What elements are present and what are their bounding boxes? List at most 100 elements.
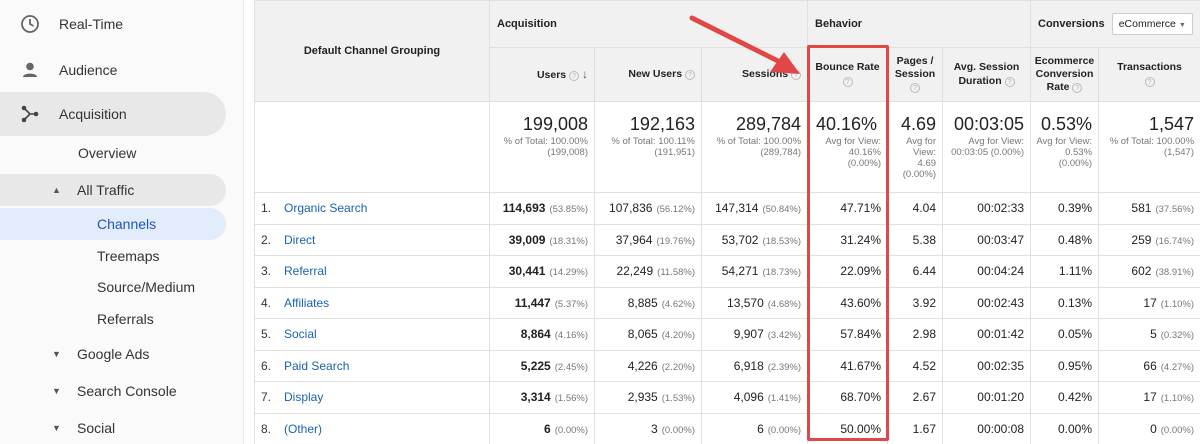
help-icon[interactable]: ? — [842, 76, 853, 87]
total-sessions-sub: % of Total: 100.00% (289,784) — [716, 136, 802, 158]
users-cell: 114,693 (53.85%) — [489, 192, 595, 225]
sessions-value: 147,314 — [715, 201, 759, 216]
sidebar-item-social[interactable]: ▼ Social — [0, 412, 226, 444]
help-icon[interactable]: ? — [1144, 76, 1155, 87]
row-index: 1. — [261, 201, 272, 216]
total-transactions-sub: % of Total: 100.00% (1,547) — [1109, 136, 1195, 158]
sidebar-item-treemaps[interactable]: Treemaps — [0, 240, 226, 272]
dropdown-caret-icon: ▼ — [1178, 22, 1186, 29]
transactions-value: 0 — [1150, 421, 1157, 436]
new-users-pct: (0.00%) — [661, 424, 695, 436]
total-users: 199,008% of Total: 100.00% (199,008) — [489, 101, 595, 193]
sidebar-item-google-ads[interactable]: ▼ Google Ads — [0, 338, 226, 370]
channel-link[interactable]: Direct — [284, 233, 315, 247]
new-users-pct: (19.76%) — [656, 235, 695, 247]
help-icon[interactable]: ? — [910, 83, 921, 94]
transactions-cell: 0 (0.00%) — [1098, 412, 1200, 444]
group-header-behavior: Behavior — [807, 0, 1032, 48]
users-cell: 30,441 (14.29%) — [489, 255, 595, 288]
caret-down-icon: ▼ — [52, 423, 61, 433]
sessions-pct: (18.73%) — [762, 267, 802, 279]
sidebar-item-channels[interactable]: Channels — [0, 208, 226, 240]
row-index: 6. — [261, 358, 272, 373]
channel-link[interactable]: Paid Search — [284, 359, 349, 373]
new-users-cell: 3 (0.00%) — [594, 412, 702, 444]
conversions-label: Conversions — [1038, 18, 1105, 30]
conversion-select[interactable]: eCommerce ▼ — [1111, 13, 1193, 35]
new-users-cell: 107,836 (56.12%) — [594, 192, 702, 225]
channel-link[interactable]: Organic Search — [284, 201, 367, 215]
sidebar-item-audience[interactable]: Audience — [0, 48, 226, 92]
sessions-value: 13,570 — [727, 295, 764, 310]
transactions-value: 66 — [1143, 358, 1157, 373]
sessions-value: 53,702 — [721, 232, 759, 247]
new-users-value: 8,065 — [627, 327, 658, 342]
bounce-rate-cell: 47.71% — [807, 192, 889, 225]
col-header-users[interactable]: Users ? ↓ — [489, 47, 595, 102]
new-users-cell: 22,249 (11.58%) — [594, 255, 702, 288]
new-users-pct: (56.12%) — [656, 204, 695, 216]
help-icon[interactable]: ? — [791, 69, 802, 80]
new-users-cell: 2,935 (1.53%) — [594, 381, 702, 414]
transactions-pct: (1.10%) — [1160, 393, 1195, 405]
col-header-ecom-rate[interactable]: Ecommerce Conversion Rate ? — [1030, 47, 1100, 102]
ecom-rate-cell: 0.48% — [1030, 223, 1100, 256]
col-header-pages-session[interactable]: Pages / Session? — [887, 47, 944, 102]
ecom-rate-cell: 0.13% — [1030, 286, 1100, 319]
group-header-acquisition: Acquisition — [488, 0, 809, 48]
new-users-pct: (1.53%) — [661, 393, 695, 405]
sessions-cell: 54,271 (18.73%) — [700, 255, 809, 288]
sidebar-item-all-traffic[interactable]: ▲ All Traffic — [0, 174, 226, 206]
help-icon[interactable]: ? — [1072, 83, 1083, 94]
users-pct: (1.56%) — [554, 393, 588, 405]
transactions-pct: (4.27%) — [1160, 361, 1195, 373]
channel-cell: 2. Direct — [254, 223, 490, 256]
new-users-cell: 37,964 (19.76%) — [594, 223, 702, 256]
channel-link[interactable]: Referral — [284, 264, 327, 278]
users-pct: (4.16%) — [554, 330, 588, 342]
users-value: 11,447 — [514, 295, 551, 310]
help-icon[interactable]: ? — [1004, 76, 1015, 87]
sidebar-item-overview[interactable]: Overview — [0, 137, 226, 169]
users-cell: 3,314 (1.56%) — [489, 381, 595, 414]
row-index: 3. — [261, 264, 272, 279]
col-header-new-users[interactable]: New Users ? — [594, 47, 702, 102]
transactions-pct: (0.00%) — [1160, 424, 1195, 436]
caret-down-icon: ▼ — [52, 349, 61, 359]
sessions-pct: (1.41%) — [767, 393, 802, 405]
sidebar-item-acquisition[interactable]: Acquisition — [0, 92, 226, 136]
col-header-avg-duration[interactable]: Avg. Session Duration ? — [942, 47, 1032, 102]
help-icon[interactable]: ? — [685, 69, 695, 80]
col-header-sessions[interactable]: Sessions ? — [700, 47, 809, 102]
transactions-cell: 17 (1.10%) — [1098, 286, 1200, 319]
users-cell: 6 (0.00%) — [489, 412, 595, 444]
channel-link[interactable]: (Other) — [284, 422, 322, 436]
col-header-bounce-rate[interactable]: Bounce Rate? — [807, 47, 889, 102]
total-sessions-value: 289,784 — [735, 114, 802, 134]
avg-duration-cell: 00:04:24 — [942, 255, 1032, 288]
channel-cell: 3. Referral — [254, 255, 490, 288]
avg-duration-cell: 00:02:35 — [942, 349, 1032, 382]
new-users-value: 4,226 — [627, 358, 658, 373]
channel-cell: 5. Social — [254, 318, 490, 351]
table-row: 8. (Other) 6 (0.00%) 3 (0.00%) 6 (0.00%) 50.00% 1… — [254, 412, 1200, 444]
channel-link[interactable]: Affiliates — [284, 296, 329, 310]
transactions-cell: 602 (38.91%) — [1098, 255, 1200, 288]
help-icon[interactable]: ? — [569, 70, 580, 81]
sidebar-item-referrals[interactable]: Referrals — [0, 303, 226, 335]
bounce-rate-cell: 31.24% — [807, 223, 889, 256]
dimension-header[interactable]: Default Channel Grouping — [254, 0, 490, 102]
sidebar-item-realtime[interactable]: Real-Time — [0, 2, 226, 46]
channel-cell: 7. Display — [254, 381, 490, 414]
sessions-cell: 9,907 (3.42%) — [700, 318, 809, 351]
sidebar-item-source-medium[interactable]: Source/Medium — [0, 271, 226, 303]
channel-link[interactable]: Social — [284, 327, 317, 341]
users-value: 114,693 — [502, 201, 546, 216]
avg-duration-cell: 00:01:20 — [942, 381, 1032, 414]
sort-desc-icon[interactable]: ↓ — [582, 67, 588, 81]
sidebar-item-search-console[interactable]: ▼ Search Console — [0, 375, 226, 407]
users-value: 6 — [544, 421, 551, 436]
channel-link[interactable]: Display — [284, 390, 323, 404]
col-header-transactions[interactable]: Transactions? — [1098, 47, 1200, 102]
total-avg-duration-value: 00:03:05 — [953, 114, 1025, 134]
